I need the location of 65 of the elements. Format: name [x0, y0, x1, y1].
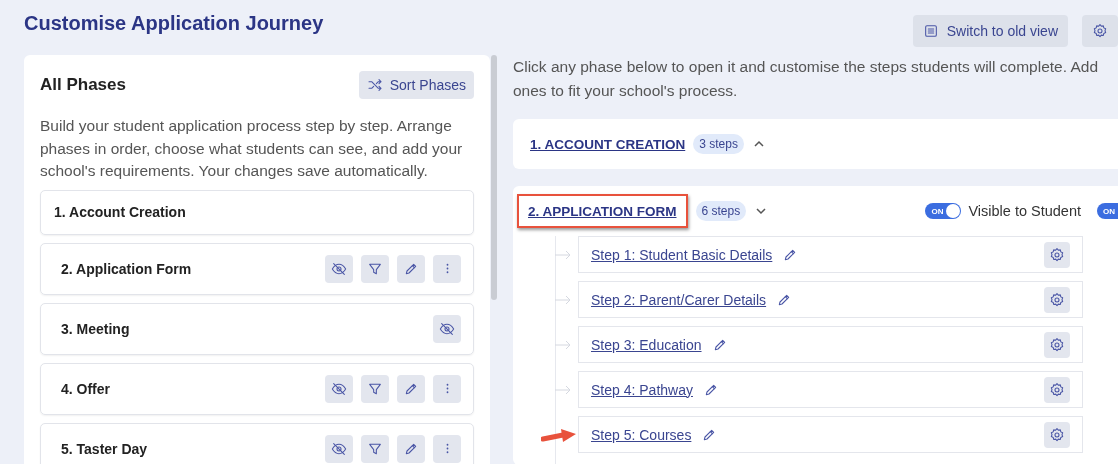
step-link[interactable]: Step 4: Pathway — [591, 381, 693, 398]
switch-view-button[interactable]: Switch to old view — [912, 15, 1068, 47]
settings-button[interactable] — [1044, 421, 1070, 448]
filter-button[interactable] — [361, 374, 389, 403]
hide-button[interactable] — [325, 254, 353, 283]
list-icon — [922, 23, 939, 39]
edit-button[interactable] — [397, 374, 425, 403]
step-link[interactable]: Step 3: Education — [591, 336, 702, 353]
phase-title: 3. Meeting — [61, 320, 130, 337]
phase-title: 4. Offer — [61, 380, 110, 397]
edit-button[interactable] — [397, 434, 425, 463]
phase-card[interactable]: 4. Offer — [40, 362, 474, 415]
connector-arrow — [555, 385, 571, 395]
phase-title: 5. Taster Day — [61, 440, 148, 457]
panel-heading: All Phases — [40, 75, 126, 95]
eye-slash-icon — [331, 440, 347, 457]
settings-button[interactable] — [1044, 376, 1070, 403]
connector-arrow — [555, 340, 571, 350]
settings-button[interactable] — [1044, 241, 1070, 268]
intro-text: ones to fit your school's process. — [513, 80, 739, 101]
eye-slash-icon — [439, 320, 455, 337]
phase-card[interactable]: 3. Meeting — [40, 302, 474, 355]
more-icon — [445, 443, 449, 454]
intro-text: Click any phase below to open it and customise the steps students will complete. Add — [513, 57, 1100, 77]
visibility-toggle[interactable]: ON — [1097, 203, 1118, 219]
toggle-label: Visible to Student — [968, 203, 1081, 219]
connector-arrow — [555, 295, 571, 305]
eye-slash-icon — [331, 380, 347, 397]
edit-button[interactable] — [397, 254, 425, 283]
settings-icon — [1049, 291, 1065, 308]
step-link[interactable]: Step 5: Courses — [591, 426, 692, 443]
visibility-toggle[interactable]: ON — [925, 203, 962, 219]
more-icon — [445, 383, 449, 394]
settings-icon — [1049, 426, 1065, 443]
sort-phases-button[interactable]: Sort Phases — [358, 71, 474, 99]
settings-icon — [1049, 336, 1065, 353]
page-title: Customise Application Journey — [24, 12, 324, 36]
scrollbar-thumb[interactable] — [491, 55, 497, 300]
step-link[interactable]: Step 2: Parent/Carer Details — [591, 291, 767, 308]
more-icon — [445, 263, 449, 274]
hide-button[interactable] — [433, 314, 461, 343]
settings-button[interactable] — [1044, 331, 1070, 358]
phase-card[interactable]: 1. Account Creation — [40, 189, 474, 235]
hide-button[interactable] — [325, 434, 353, 463]
phase-title: 1. Account Creation — [54, 204, 186, 220]
step-link[interactable]: Step 1: Student Basic Details — [591, 246, 773, 263]
filter-button[interactable] — [361, 434, 389, 463]
settings-button[interactable] — [1044, 286, 1070, 313]
phase-card[interactable]: 2. Application Form — [40, 242, 474, 295]
connector-arrow — [555, 250, 571, 260]
phase-title: 2. Application Form — [61, 260, 192, 277]
phase-link[interactable]: 1. ACCOUNT CREATION — [530, 136, 686, 152]
step-count-badge: 3 steps — [693, 134, 744, 154]
filter-button[interactable] — [361, 254, 389, 283]
phase-link[interactable]: 2. APPLICATION FORM — [528, 204, 677, 219]
phase-card[interactable]: 5. Taster Day — [40, 422, 474, 464]
settings-icon — [1049, 246, 1065, 263]
settings-button[interactable] — [1082, 15, 1118, 47]
eye-slash-icon — [331, 260, 347, 277]
shuffle-icon — [366, 77, 383, 93]
hide-button[interactable] — [325, 374, 353, 403]
settings-icon — [1092, 23, 1108, 39]
panel-description: Build your student application process step by step. Arrange phases in order, choose what students can see, and add your school's requirements. Your changes save automatically. — [40, 116, 464, 181]
settings-icon — [1049, 381, 1065, 398]
step-count-badge: 6 steps — [695, 201, 747, 221]
